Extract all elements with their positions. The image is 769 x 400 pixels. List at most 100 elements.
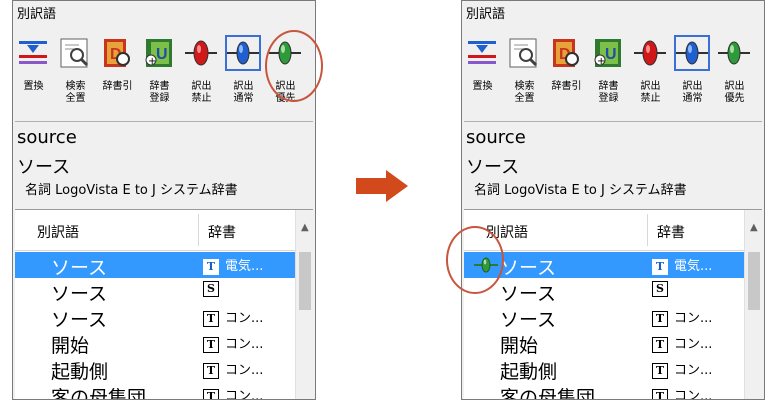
- dictionary-type-icon: S: [652, 281, 668, 297]
- vertical-scrollbar[interactable]: ▲: [744, 210, 763, 399]
- dictionary-cell: T 電気...: [652, 255, 712, 275]
- list-item[interactable]: 客の母集団 T コン...: [464, 382, 744, 400]
- toolbar-button-normal[interactable]: 訳出 通常: [674, 31, 711, 121]
- list-item[interactable]: ソース T 電気...: [464, 252, 744, 279]
- column-divider: [647, 214, 648, 246]
- scroll-up-icon[interactable]: ▲: [750, 222, 758, 233]
- dictionary-name: コン...: [225, 389, 264, 400]
- toolbar-button-dictreg[interactable]: U + 辞書 登録: [141, 31, 178, 121]
- dictionary-register-icon: U +: [143, 37, 175, 69]
- toolbar-button-search[interactable]: 検索 全置: [57, 31, 94, 121]
- list-header: 別訳語 辞書: [15, 210, 295, 251]
- alt-translation-word: ソース: [500, 257, 557, 279]
- dictionary-register-icon: U +: [592, 37, 624, 69]
- scrollbar-thumb[interactable]: [748, 252, 760, 310]
- toolbar-button-dictreg[interactable]: U + 辞書 登録: [590, 31, 627, 121]
- source-word: source: [466, 127, 526, 148]
- toolbar-button-search[interactable]: 検索 全置: [506, 31, 543, 121]
- alternative-translation-list[interactable]: 別訳語 辞書 ソース T 電気... ソース S ソース T コン... 開始 T コン... 起動側…: [464, 209, 763, 400]
- transition-arrow-icon: [356, 170, 408, 202]
- column-header-dictionary[interactable]: 辞書: [657, 222, 685, 242]
- toolbar-button-label: 訳出 通常: [682, 81, 703, 104]
- dictionary-lookup-icon: D: [101, 37, 133, 69]
- dictionary-name: 電気...: [225, 259, 264, 274]
- dictionary-cell: T コン...: [652, 333, 712, 353]
- toolbar-button-label: 訳出 通常: [233, 81, 254, 104]
- svg-text:+: +: [148, 56, 156, 67]
- dictionary-cell: T コン...: [652, 307, 712, 327]
- alt-translation-word: ソース: [500, 309, 557, 331]
- dictionary-type-icon: T: [203, 258, 219, 275]
- dictionary-type-icon: T: [203, 388, 219, 399]
- list-item[interactable]: ソース T コン...: [464, 304, 744, 331]
- list-item[interactable]: ソース S: [464, 278, 744, 305]
- toolbar-divider: [464, 121, 762, 122]
- toolbar-button-dictlookup[interactable]: D 辞書引: [99, 31, 136, 121]
- toolbar-button-priority[interactable]: 訳出 優先: [716, 31, 753, 121]
- toolbar-button-normal[interactable]: 訳出 通常: [225, 31, 262, 121]
- toolbar-button-prohibit[interactable]: 訳出 禁止: [183, 31, 220, 121]
- toolbar-button-label: 訳出 優先: [724, 81, 745, 104]
- replace-icon: [17, 37, 49, 69]
- alt-translation-word: 起動側: [51, 361, 109, 383]
- reading-text: ソース: [17, 157, 71, 178]
- toolbar: 置換 検索 全置 D 辞書引 U + 辞書 登録 訳出 禁止 訳出 通常 訳出 優先: [464, 31, 762, 121]
- list-item[interactable]: 客の母集団 T コン...: [15, 382, 295, 400]
- list-item[interactable]: ソース S: [15, 278, 295, 305]
- toolbar-button-label: 検索 全置: [65, 81, 86, 104]
- column-header-word[interactable]: 別訳語: [37, 222, 79, 242]
- dictionary-name: 電気...: [674, 259, 713, 274]
- dictionary-name: コン...: [674, 311, 713, 326]
- dictionary-type-icon: T: [652, 388, 668, 399]
- dictionary-name: コン...: [674, 389, 713, 400]
- toolbar-button-replace[interactable]: 置換: [464, 31, 501, 121]
- toolbar-button-label: 検索 全置: [514, 81, 535, 104]
- dictionary-name: コン...: [225, 311, 264, 326]
- alt-translation-word: 起動側: [500, 361, 558, 383]
- annotation-circle-priority-button: [265, 30, 323, 102]
- list-item[interactable]: 起動側 T コン...: [15, 356, 295, 383]
- toolbar-button-label: 置換: [472, 81, 493, 92]
- dictionary-lookup-icon: D: [550, 37, 582, 69]
- scroll-up-icon[interactable]: ▲: [301, 222, 309, 233]
- dictionary-type-icon: T: [652, 362, 668, 379]
- scrollbar-thumb[interactable]: [299, 252, 311, 310]
- vertical-scrollbar[interactable]: ▲: [295, 210, 314, 399]
- dictionary-type-icon: T: [652, 258, 668, 275]
- pos-dictionary-line: 名詞 LogoVista E to J システム辞書: [25, 183, 238, 198]
- toolbar-button-label: 辞書 登録: [598, 81, 619, 104]
- dictionary-cell: T コン...: [203, 385, 264, 400]
- toolbar-button-label: 辞書 登録: [149, 81, 170, 104]
- list-item[interactable]: ソース T 電気...: [15, 252, 295, 279]
- priority-icon: [718, 37, 750, 69]
- list-item[interactable]: 開始 T コン...: [464, 330, 744, 357]
- dictionary-cell: T コン...: [652, 359, 712, 379]
- dictionary-cell: T コン...: [203, 307, 263, 327]
- reading-text: ソース: [466, 157, 520, 178]
- list-item[interactable]: ソース T コン...: [15, 304, 295, 331]
- dictionary-cell: S: [652, 281, 674, 297]
- replace-icon: [466, 37, 498, 69]
- alt-translation-word: ソース: [500, 283, 557, 305]
- toolbar-button-dictlookup[interactable]: D 辞書引: [548, 31, 585, 121]
- dictionary-name: コン...: [674, 337, 713, 352]
- toolbar-button-prohibit[interactable]: 訳出 禁止: [632, 31, 669, 121]
- toolbar-button-label: 辞書引: [102, 81, 133, 92]
- dictionary-cell: T コン...: [203, 333, 263, 353]
- toolbar-button-replace[interactable]: 置換: [15, 31, 52, 121]
- dictionary-type-icon: T: [203, 362, 219, 379]
- panel-after: 別訳語 置換 検索 全置 D 辞書引 U + 辞書 登録 訳出 禁止 訳出 通常 訳出 優先 so…: [461, 0, 765, 400]
- list-item[interactable]: 起動側 T コン...: [464, 356, 744, 383]
- dictionary-type-icon: S: [203, 281, 219, 297]
- normal-icon: [225, 35, 261, 71]
- toolbar-button-label: 訳出 禁止: [640, 81, 661, 104]
- alt-translation-word: ソース: [51, 283, 108, 305]
- search-icon: [59, 37, 91, 69]
- list-item[interactable]: 開始 T コン...: [15, 330, 295, 357]
- search-icon: [508, 37, 540, 69]
- alternative-translation-list[interactable]: 別訳語 辞書 ソース T 電気... ソース S ソース T コン... 開始 T コン... 起動側…: [15, 209, 314, 400]
- entry-info: source ソース 名詞 LogoVista E to J システム辞書: [464, 123, 762, 207]
- alt-translation-word: 客の母集団: [500, 387, 596, 400]
- column-header-dictionary[interactable]: 辞書: [208, 222, 236, 242]
- dictionary-type-icon: T: [652, 310, 668, 327]
